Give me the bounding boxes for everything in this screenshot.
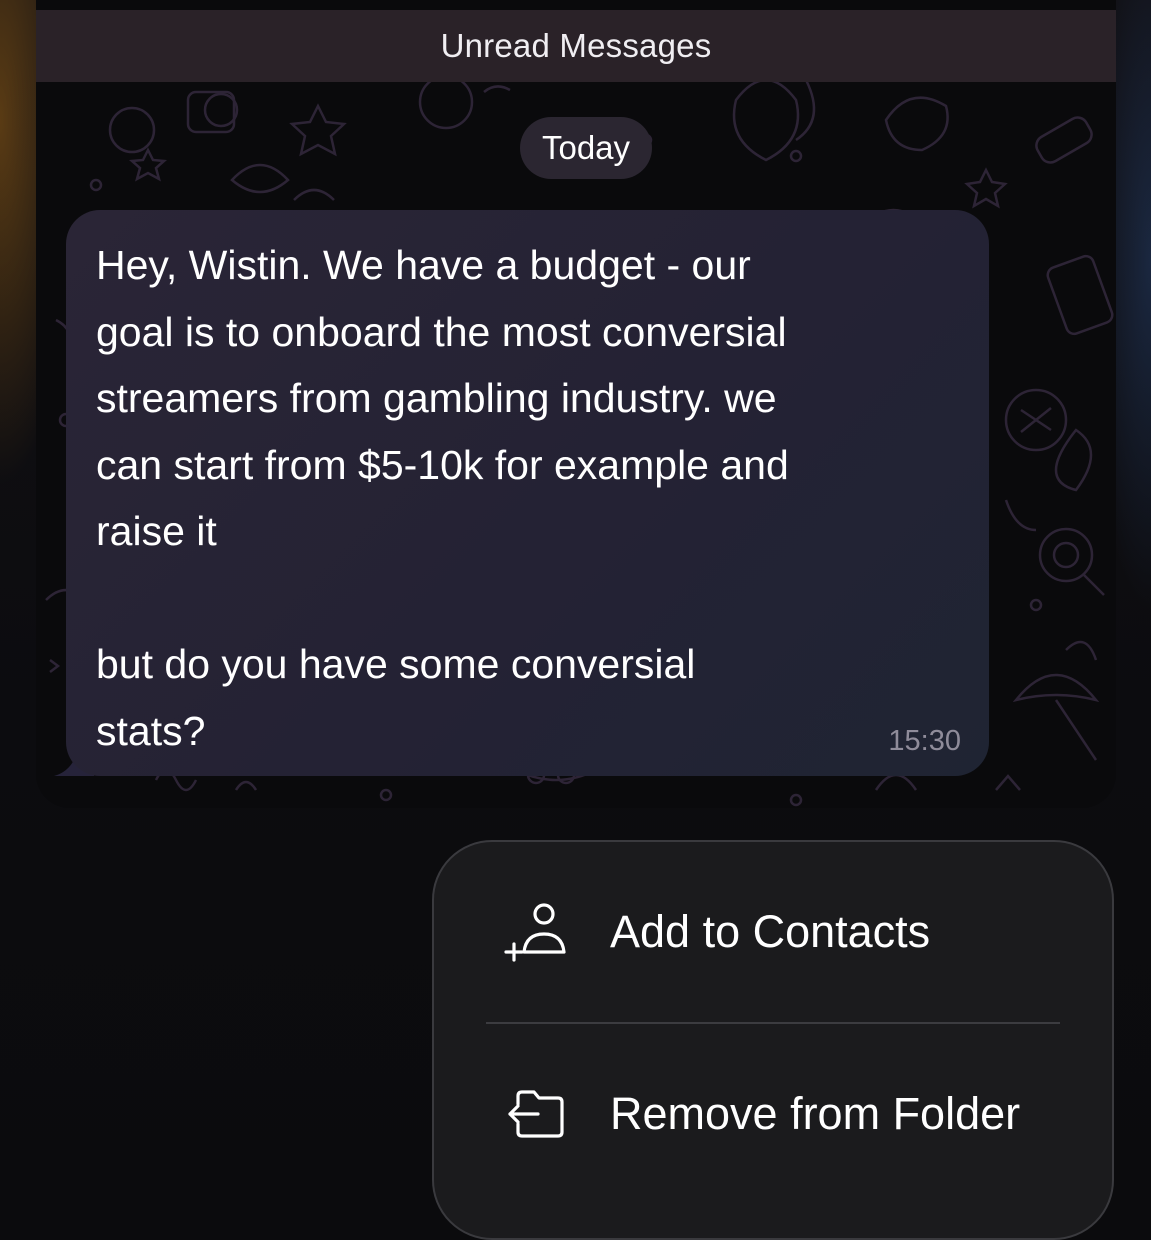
incoming-message-bubble[interactable]: Hey, Wistin. We have a budget - our goal…	[66, 210, 989, 776]
unread-messages-label: Unread Messages	[440, 27, 712, 64]
remove-folder-icon	[508, 1090, 564, 1138]
chat-preview: Unread Messages Today Hey, Wistin. We ha…	[36, 0, 1116, 808]
unread-messages-banner: Unread Messages	[36, 10, 1116, 82]
date-separator: Today	[520, 117, 652, 179]
date-separator-label: Today	[541, 129, 631, 166]
add-contact-icon	[504, 903, 566, 962]
remove-from-folder-label: Remove from Folder	[610, 1088, 1021, 1139]
add-to-contacts-label: Add to Contacts	[610, 906, 931, 957]
context-menu: Add to Contacts Remove from Folder	[432, 840, 1114, 1240]
menu-divider	[486, 1022, 1060, 1024]
remove-from-folder-menu-item[interactable]: Remove from Folder	[434, 1064, 1112, 1164]
message-text: Hey, Wistin. We have a budget - our goal…	[96, 242, 789, 754]
message-timestamp: 15:30	[888, 725, 961, 757]
add-to-contacts-menu-item[interactable]: Add to Contacts	[434, 882, 1112, 982]
